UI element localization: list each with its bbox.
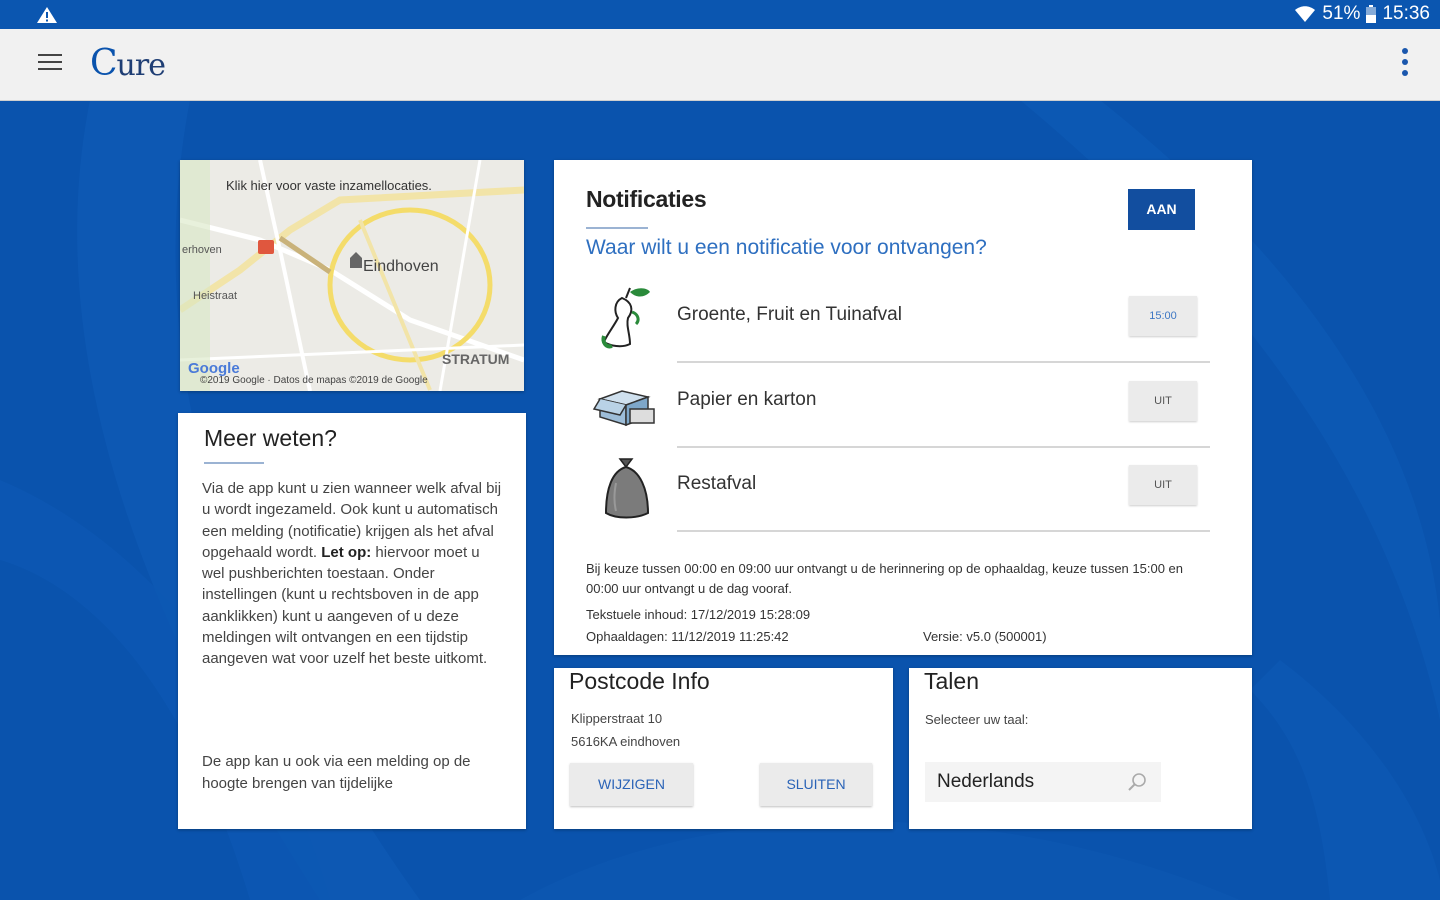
- search-icon: [1128, 773, 1146, 791]
- clock: 15:36: [1382, 3, 1430, 24]
- info-paragraph-2: De app kan u ook via een melding op de h…: [202, 753, 471, 792]
- notification-time-button[interactable]: UIT: [1129, 465, 1197, 505]
- trash-bag-icon: [604, 458, 650, 519]
- collection-map[interactable]: Klik hier voor vaste inzamellocaties. Ei…: [180, 160, 524, 391]
- battery-icon: [1366, 5, 1377, 23]
- title-underline: [586, 227, 648, 229]
- app-version: Versie: v5.0 (500001): [923, 629, 1047, 644]
- notification-row-gft: Groente, Fruit en Tuinafval 15:00: [584, 278, 1210, 363]
- address-city: 5616KA eindhoven: [571, 734, 681, 749]
- notification-label: Restafval: [677, 473, 757, 494]
- overflow-menu-icon[interactable]: [1402, 48, 1410, 80]
- edit-button[interactable]: WIJZIGEN: [570, 763, 693, 806]
- address-street: Klipperstraat 10: [571, 711, 663, 726]
- apple-core-icon: [601, 287, 650, 349]
- notification-time-button[interactable]: 15:00: [1129, 296, 1197, 336]
- app-bar: Cure: [0, 29, 1440, 101]
- postcode-title: Postcode Info: [569, 668, 710, 694]
- notifications-title: Notificaties: [586, 186, 707, 212]
- language-select[interactable]: Nederlands: [925, 762, 1161, 802]
- map-copyright: ©2019 Google · Datos de mapas ©2019 de G…: [200, 375, 428, 386]
- hamburger-menu-icon[interactable]: [38, 54, 62, 74]
- notifications-card: Notificaties AAN Waar wilt u een notific…: [554, 160, 1252, 655]
- notification-row-paper: Papier en karton UIT: [584, 363, 1210, 448]
- notification-row-rest: Restafval UIT: [584, 447, 1210, 532]
- map-city-label: Eindhoven: [363, 258, 439, 275]
- notifications-question: Waar wilt u een notificatie voor ontvang…: [586, 236, 987, 259]
- notification-note: Bij keuze tussen 00:00 en 09:00 uur ontv…: [586, 561, 1184, 596]
- map-label-west: erhoven: [182, 244, 222, 256]
- info-paragraph: Via de app kunt u zien wanneer welk afva…: [202, 480, 502, 668]
- notifications-toggle-button[interactable]: AAN: [1128, 189, 1195, 230]
- close-button[interactable]: SLUITEN: [760, 763, 872, 806]
- language-title: Talen: [924, 668, 979, 694]
- notification-time-button[interactable]: UIT: [1129, 381, 1197, 421]
- notification-label: Papier en karton: [677, 389, 817, 410]
- status-bar: 51% 15:36: [0, 0, 1440, 29]
- map-caption: Klik hier voor vaste inzamellocaties.: [226, 178, 432, 193]
- row-divider: [677, 530, 1210, 532]
- info-card: Meer weten? Via de app kunt u zien wanne…: [178, 413, 526, 829]
- selected-language: Nederlands: [937, 771, 1035, 792]
- text-content-timestamp: Tekstuele inhoud: 17/12/2019 15:28:09: [586, 607, 811, 622]
- warning-icon: [37, 7, 57, 23]
- wifi-icon: [1295, 6, 1316, 22]
- map-label-heistraat: Heistraat: [193, 290, 238, 302]
- language-prompt: Selecteer uw taal:: [925, 712, 1029, 727]
- pickup-days-timestamp: Ophaaldagen: 11/12/2019 11:25:42: [586, 629, 789, 644]
- title-underline: [204, 462, 264, 464]
- battery-percent: 51%: [1322, 3, 1361, 24]
- paper-box-icon: [592, 390, 655, 427]
- language-card: Talen Selecteer uw taal: Nederlands: [909, 668, 1252, 829]
- app-logo: Cure: [90, 43, 166, 84]
- info-title: Meer weten?: [204, 425, 337, 451]
- map-label-stratum: STRATUM: [442, 351, 510, 367]
- notification-label: Groente, Fruit en Tuinafval: [677, 304, 902, 325]
- postcode-card: Postcode Info Klipperstraat 10 5616KA ei…: [554, 668, 893, 829]
